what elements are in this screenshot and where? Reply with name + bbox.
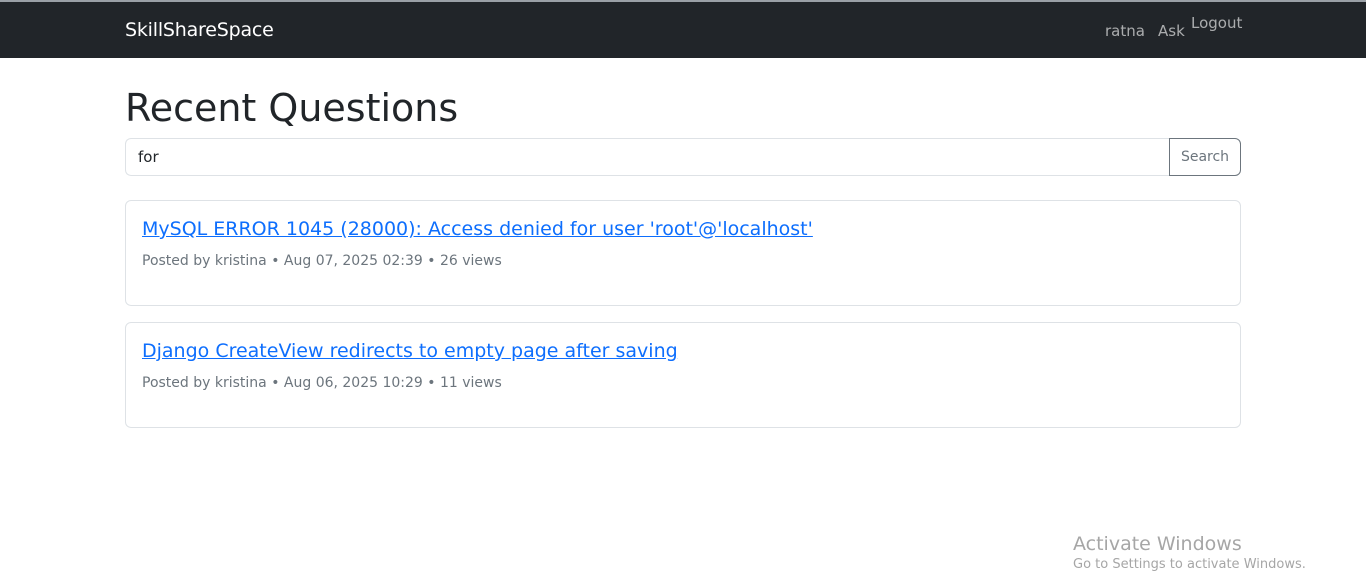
search-input[interactable] — [125, 138, 1169, 176]
watermark-subtitle: Go to Settings to activate Windows. — [1073, 557, 1306, 572]
question-card: MySQL ERROR 1045 (28000): Access denied … — [125, 200, 1241, 306]
nav-ask-link[interactable]: Ask — [1158, 22, 1185, 40]
watermark-title: Activate Windows — [1073, 533, 1242, 555]
question-title-link[interactable]: MySQL ERROR 1045 (28000): Access denied … — [142, 218, 813, 240]
navbar: SkillShareSpace ratna Ask Logout — [0, 2, 1366, 58]
page-title: Recent Questions — [125, 86, 459, 130]
question-meta: Posted by kristina • Aug 06, 2025 10:29 … — [142, 375, 502, 391]
activate-windows-watermark: Activate Windows Go to Settings to activ… — [1073, 533, 1306, 575]
question-title-link[interactable]: Django CreateView redirects to empty pag… — [142, 340, 678, 362]
question-meta: Posted by kristina • Aug 07, 2025 02:39 … — [142, 253, 502, 269]
nav-user-link[interactable]: ratna — [1105, 22, 1145, 40]
question-card: Django CreateView redirects to empty pag… — [125, 322, 1241, 428]
search-form: Search — [125, 138, 1241, 176]
nav-logout-link[interactable]: Logout — [1191, 14, 1242, 32]
search-button[interactable]: Search — [1169, 138, 1241, 176]
brand-link[interactable]: SkillShareSpace — [125, 19, 274, 41]
